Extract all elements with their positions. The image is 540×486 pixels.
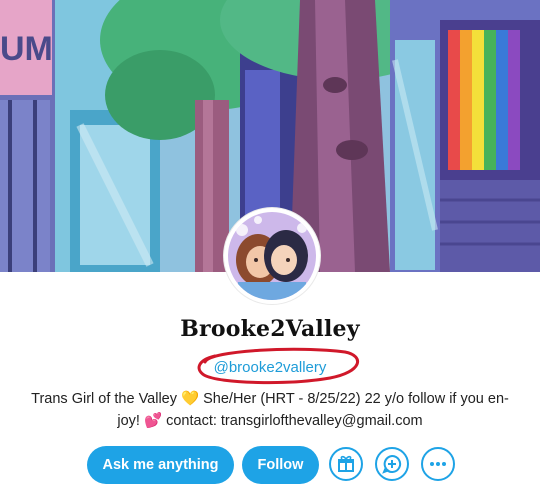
avatar[interactable] [224,208,320,304]
bio-text: She/Her (HRT - 8/25/22) 22 y/o follow if… [203,391,509,407]
gift-icon [338,455,354,472]
two-hearts-icon: 💕 [144,413,163,429]
gift-button[interactable] [329,447,363,481]
bio-line-2: joy! 💕 contact: transgirlofthevalley@gma… [16,410,524,432]
bio-contact-text: contact: transgirlofthevalley@gmail.com [166,413,423,429]
ask-me-anything-button[interactable]: Ask me anything [87,446,234,484]
svg-text:UM: UM [0,30,53,68]
bio-line-1: Trans Girl of the Valley 💛 She/Her (HRT … [16,388,524,410]
more-icon [430,462,446,466]
more-options-button[interactable] [421,447,455,481]
display-name: Brooke2Valley [180,316,360,342]
bio-text: joy! [117,413,140,429]
follow-button[interactable]: Follow [242,446,319,484]
profile-handle[interactable]: @brooke2vallery [0,359,540,376]
bio-text: Trans Girl of the Valley [31,391,177,407]
profile-actions: Ask me anything Follow [0,446,540,486]
chat-plus-icon [382,454,402,474]
avatar-image [228,212,316,300]
yellow-heart-icon: 💛 [181,391,200,407]
chat-plus-button[interactable] [375,447,409,481]
profile-bio: Trans Girl of the Valley 💛 She/Her (HRT … [16,388,524,432]
